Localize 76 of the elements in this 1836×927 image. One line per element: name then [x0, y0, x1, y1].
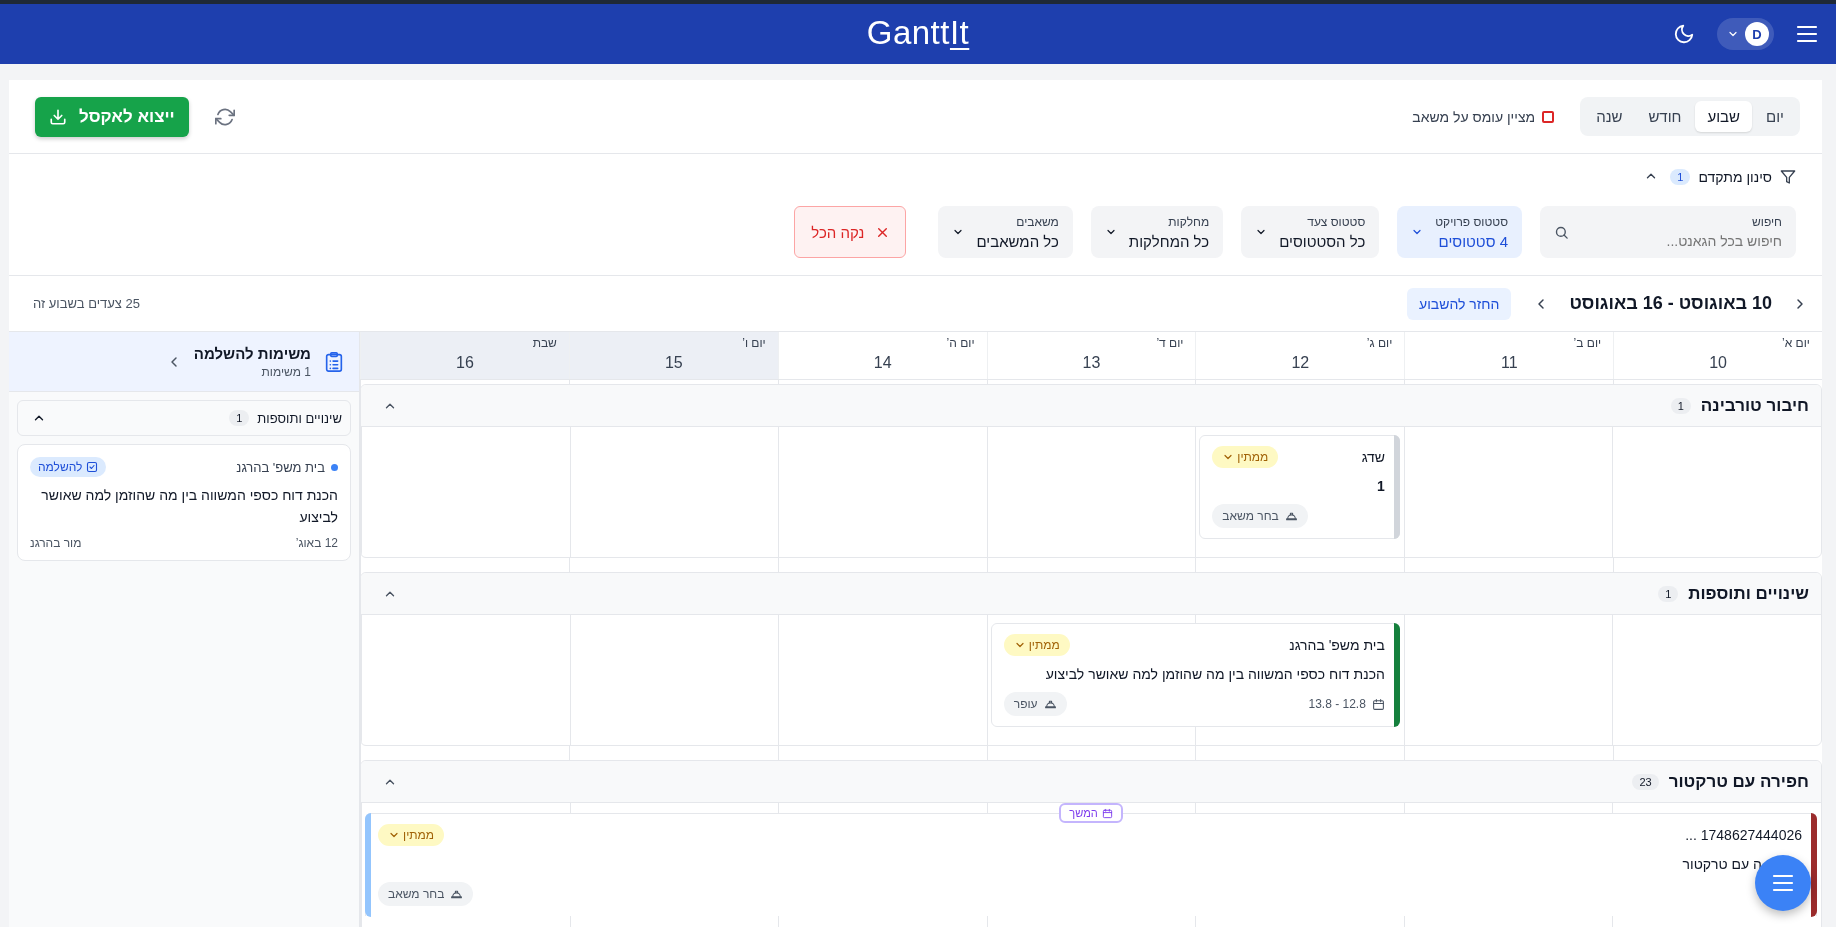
- user-avatar: D: [1745, 22, 1769, 46]
- task-owner: מור בהרגנ: [30, 536, 82, 551]
- task-title: בית משפ' בהרגנ: [1289, 637, 1385, 653]
- task-description: הכנת דוח כספי המשווה בין מה שהוזמן למה שאושר לביצוע: [1044, 666, 1385, 682]
- filter-dropdown[interactable]: משאבים כל המשאבים: [938, 206, 1073, 258]
- day-name: יום ב’: [1572, 336, 1602, 350]
- today-button[interactable]: החזר להשבוע: [1407, 287, 1512, 320]
- day-name: יום א’: [1781, 336, 1810, 350]
- calendar-icon: [1101, 807, 1113, 819]
- project-name: בית משפ' בהרגנ: [236, 459, 325, 475]
- search-input[interactable]: חיפוש בכל הגאנט...: [1622, 233, 1782, 249]
- filter-dropdown[interactable]: מחלקות כל המחלקות: [1090, 206, 1224, 258]
- day-date: 15: [663, 354, 684, 372]
- status-dropdown[interactable]: ממתין: [1003, 634, 1070, 656]
- count-badge: 1: [229, 410, 250, 426]
- day-name: יום ג’: [1365, 336, 1393, 350]
- group-title: שינויים ותוספות: [1688, 583, 1809, 604]
- filter-dropdown[interactable]: סטטוס צעד כל הסטטוסים: [1241, 206, 1380, 258]
- resource-chip[interactable]: עופר: [1003, 692, 1067, 716]
- close-icon: [876, 225, 890, 239]
- app-logo: GanttIt: [866, 14, 970, 52]
- task-title: שדג: [1361, 449, 1385, 465]
- day-date: 11: [1499, 354, 1519, 372]
- filter-icon: [1780, 169, 1796, 185]
- check-square-icon: [86, 461, 99, 473]
- count-badge: 23: [1632, 773, 1659, 790]
- day-date: 14: [872, 354, 893, 372]
- moon-icon[interactable]: [1673, 23, 1695, 45]
- week-summary: 25 צעדים בשבוע זה: [33, 296, 140, 311]
- group-title: חיבור טורבינה: [1700, 395, 1809, 416]
- status-dropdown[interactable]: ממתין: [1212, 446, 1279, 468]
- day-date: 16: [455, 354, 475, 372]
- group-title: שינויים ותוספות: [257, 410, 342, 426]
- group-title: חפירה עם טרקטור: [1668, 771, 1809, 792]
- task-date: 12 באוג’: [295, 536, 338, 551]
- clipboard-icon: [323, 349, 345, 374]
- task-dates: 13.8 - 12.8: [1308, 697, 1366, 711]
- menu-icon[interactable]: [1772, 874, 1794, 892]
- sidebar-subtitle: 1 משימות: [260, 364, 311, 379]
- day-name: שבת: [531, 336, 557, 350]
- day-name: יום ד’: [1155, 336, 1184, 350]
- badge-label: להשלמה: [38, 460, 83, 474]
- task-description: הכנת דוח כספי המשווה בין מה שהוזמן למה שאושר לביצוע: [40, 486, 338, 527]
- filter-dropdown[interactable]: סטטוס פרויקט 4 סטטוסים: [1397, 206, 1522, 258]
- filter-title: סינון מתקדם: [1698, 169, 1772, 185]
- task-title: 1748627444026 ...: [1685, 827, 1802, 843]
- day-name: יום ו’: [741, 336, 766, 350]
- checkbox-label: מציין עומס על משאב: [1412, 108, 1536, 125]
- view-tab[interactable]: חודש: [1636, 101, 1694, 132]
- view-tab[interactable]: שבוע: [1695, 101, 1753, 132]
- count-badge: 1: [1670, 397, 1691, 414]
- calendar-icon: [1371, 697, 1385, 711]
- task-card[interactable]: בית משפ' בהרגנ להשלמה הכנת דוח כספי המשווה בין מה שהוזמן למה שאושר לביצוע 12 באוג’ מור בהרגנ: [17, 444, 351, 562]
- view-tab[interactable]: שנה: [1584, 101, 1635, 132]
- download-icon: [49, 107, 67, 126]
- status-dropdown[interactable]: ממתין: [378, 824, 445, 846]
- sidebar-title: משימות להשלמה: [193, 344, 311, 362]
- task-description: 1: [1376, 478, 1385, 494]
- refresh-icon[interactable]: [214, 106, 235, 127]
- day-date: 12: [1290, 354, 1311, 372]
- user-menu[interactable]: D: [1717, 18, 1774, 50]
- count-badge: 1: [1670, 169, 1691, 185]
- resource-chip[interactable]: בחר משאב: [1212, 504, 1308, 528]
- field-label: חיפוש: [1751, 215, 1782, 229]
- search-field[interactable]: חיפוש חיפוש בכל הגאנט...: [1540, 206, 1796, 258]
- day-date: 13: [1081, 354, 1102, 372]
- week-range: 10 באוגוסט - 16 באוגוסט: [1569, 293, 1772, 314]
- menu-icon[interactable]: [1796, 25, 1818, 43]
- day-name: יום ה’: [945, 336, 975, 350]
- search-icon: [1554, 224, 1569, 240]
- view-tab[interactable]: יום: [1754, 101, 1796, 132]
- day-date: 10: [1708, 354, 1728, 372]
- clear-all-button[interactable]: נקה הכל: [794, 206, 907, 258]
- resource-chip[interactable]: בחר משאב: [378, 882, 474, 906]
- count-badge: 1: [1658, 585, 1679, 602]
- checkbox[interactable]: [1542, 110, 1555, 123]
